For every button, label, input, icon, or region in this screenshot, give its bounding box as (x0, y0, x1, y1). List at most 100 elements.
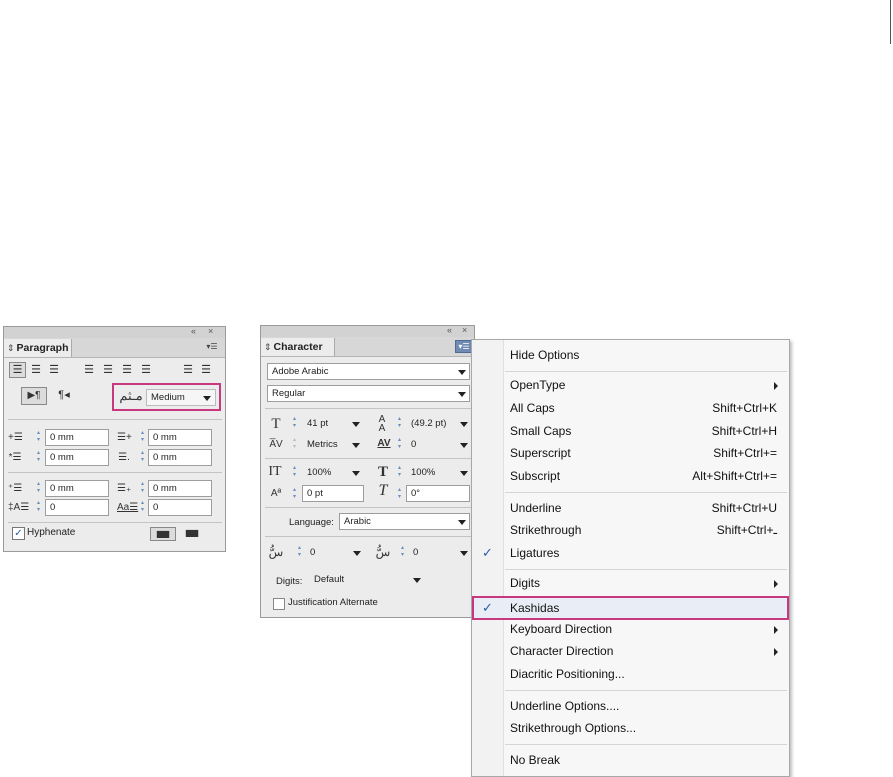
justify-left-icon[interactable]: ☰ (82, 363, 96, 377)
menu-item-ligatures[interactable]: ✓ Ligatures (473, 542, 789, 564)
skew-stepper[interactable]: ▴ ▾ (395, 487, 404, 502)
menu-item-hide-options[interactable]: Hide Options (473, 344, 789, 366)
justify-all-icon[interactable]: ☰ (139, 363, 153, 377)
character-panel: « × ⇕ Character ▾☰ Adobe Arabic Regular T… (260, 325, 475, 618)
kerning-value: Metrics (307, 439, 338, 450)
space-after-stepper[interactable]: ▴ ▾ (138, 481, 147, 496)
diacritic-y-field[interactable]: 0 (408, 544, 468, 561)
horizontal-scale-stepper[interactable]: ▴ ▾ (395, 465, 404, 480)
space-before-stepper[interactable]: ▴ ▾ (34, 481, 43, 496)
font-size-value: 41 pt (307, 418, 329, 429)
justify-right-icon[interactable]: ☰ (120, 363, 134, 377)
baseline-shift-field[interactable]: 0 pt (302, 485, 364, 502)
first-line-indent-field[interactable]: 0 mm (45, 449, 109, 466)
menu-item-label: Strikethrough Options... (510, 721, 637, 735)
align-right-icon[interactable]: ☰ (47, 363, 61, 377)
justification-alternate-checkbox[interactable] (273, 598, 285, 610)
kerning-stepper[interactable]: ▴ ▾ (290, 437, 299, 452)
justify-center-icon[interactable]: ☰ (101, 363, 115, 377)
hyphenate-checkbox[interactable]: ✓ (12, 527, 25, 540)
menu-item-shortcut: Shift+Ctrl+= (713, 446, 777, 460)
dropcap-chars-field[interactable]: 0 (148, 499, 212, 516)
close-panel-button[interactable]: × (208, 326, 213, 337)
panel-menu-icon[interactable]: ▾☰ (204, 341, 220, 352)
menu-item-kashidas[interactable]: ✓ Kashidas (472, 596, 789, 620)
span-columns-icon[interactable]: ▆▆ (180, 527, 204, 539)
vertical-scale-stepper[interactable]: ▴ ▾ (290, 465, 299, 480)
kashida-icon: مـثم (119, 388, 143, 403)
menu-item-underline[interactable]: Underline Shift+Ctrl+U (473, 497, 789, 519)
menu-item-subscript[interactable]: Subscript Alt+Shift+Ctrl+= (473, 465, 789, 487)
align-toward-spine-icon[interactable]: ☰ (181, 363, 195, 377)
digits-value: Default (314, 574, 345, 585)
space-after-value: 0 mm (153, 483, 177, 494)
tab-paragraph[interactable]: ⇕ Paragraph (4, 339, 72, 357)
space-before-field[interactable]: 0 mm (45, 480, 109, 497)
tab-character[interactable]: ⇕ Character (261, 338, 335, 356)
digits-select[interactable]: Default (309, 571, 424, 588)
menu-item-shortcut: Shift+Ctrl+ـ (716, 523, 777, 537)
panel-tab-row: ⇕ Character ▾☰ (261, 337, 474, 357)
dropcap-lines-field[interactable]: 0 (45, 499, 109, 516)
align-center-icon[interactable]: ☰ (29, 363, 43, 377)
menu-item-underline-options[interactable]: Underline Options.... (473, 695, 789, 717)
menu-item-digits[interactable]: Digits (473, 572, 789, 594)
paragraph-direction-ltr-icon[interactable]: ¶◂ (54, 388, 74, 402)
paragraph-direction-rtl-icon[interactable]: ▶¶ (21, 387, 47, 405)
dropcap-lines-stepper[interactable]: ▴ ▾ (34, 500, 43, 515)
expand-options-icon: ⇕ (264, 342, 272, 352)
menu-item-character-direction[interactable]: Character Direction (473, 640, 789, 662)
menu-item-keyboard-direction[interactable]: Keyboard Direction (473, 618, 789, 640)
diacritic-x-stepper[interactable]: ▴ ▾ (295, 545, 304, 560)
first-line-indent-stepper[interactable]: ▴ ▾ (34, 450, 43, 465)
language-select[interactable]: Arabic (339, 513, 470, 530)
balance-columns-icon[interactable]: ▆▆ (150, 527, 176, 541)
first-line-indent-icon: *☰ (8, 452, 22, 463)
diacritic-y-stepper[interactable]: ▴ ▾ (398, 545, 407, 560)
kashida-value: Medium (151, 392, 185, 403)
last-line-indent-field[interactable]: 0 mm (148, 449, 212, 466)
space-before-icon: ⁺☰ (8, 483, 23, 494)
baseline-shift-stepper[interactable]: ▴ ▾ (290, 487, 299, 502)
chevron-down-icon (352, 471, 360, 476)
divider (8, 472, 222, 473)
menu-item-strikethrough[interactable]: Strikethrough Shift+Ctrl+ـ (473, 519, 789, 541)
menu-item-superscript[interactable]: Superscript Shift+Ctrl+= (473, 442, 789, 464)
chevron-down-icon (460, 551, 468, 556)
left-indent-stepper[interactable]: ▴ ▾ (34, 430, 43, 445)
menu-item-label: Strikethrough (510, 523, 582, 537)
font-style-select[interactable]: Regular (267, 385, 470, 402)
tab-paragraph-label: Paragraph (16, 342, 69, 354)
align-away-spine-icon[interactable]: ☰ (199, 363, 213, 377)
right-indent-field[interactable]: 0 mm (148, 429, 212, 446)
last-line-indent-icon: ☰. (118, 452, 130, 463)
close-panel-button[interactable]: × (462, 325, 467, 336)
baseline-shift-icon: Aª (270, 488, 282, 499)
menu-item-no-break[interactable]: No Break (473, 749, 789, 771)
skew-icon: T (378, 482, 388, 499)
menu-item-diacritic-positioning[interactable]: Diacritic Positioning... (473, 663, 789, 685)
right-indent-stepper[interactable]: ▴ ▾ (138, 430, 147, 445)
menu-item-opentype[interactable]: OpenType (473, 374, 789, 396)
leading-value: (49.2 pt) (411, 418, 447, 429)
left-indent-field[interactable]: 0 mm (45, 429, 109, 446)
align-left-icon[interactable]: ☰ (9, 362, 26, 378)
menu-item-strikethrough-options[interactable]: Strikethrough Options... (473, 717, 789, 739)
space-after-field[interactable]: 0 mm (148, 480, 212, 497)
tracking-stepper[interactable]: ▴ ▾ (395, 437, 404, 452)
menu-item-label: No Break (510, 753, 561, 767)
leading-stepper[interactable]: ▴ ▾ (395, 416, 404, 431)
collapse-panel-button[interactable]: « (447, 325, 452, 336)
diacritic-x-value: 0 (310, 547, 316, 558)
collapse-panel-button[interactable]: « (191, 326, 196, 337)
menu-item-label: Underline (510, 501, 562, 515)
skew-field[interactable]: 0° (406, 485, 470, 502)
font-family-select[interactable]: Adobe Arabic (267, 363, 470, 380)
hyphenate-label: Hyphenate (27, 527, 76, 538)
character-panel-flyout-menu: Hide Options OpenType All Caps Shift+Ctr… (471, 339, 790, 777)
font-size-stepper[interactable]: ▴ ▾ (290, 416, 299, 431)
last-line-indent-stepper[interactable]: ▴ ▾ (138, 450, 147, 465)
dropcap-chars-stepper[interactable]: ▴ ▾ (138, 500, 147, 515)
menu-item-small-caps[interactable]: Small Caps Shift+Ctrl+H (473, 420, 789, 442)
menu-item-all-caps[interactable]: All Caps Shift+Ctrl+K (473, 397, 789, 419)
